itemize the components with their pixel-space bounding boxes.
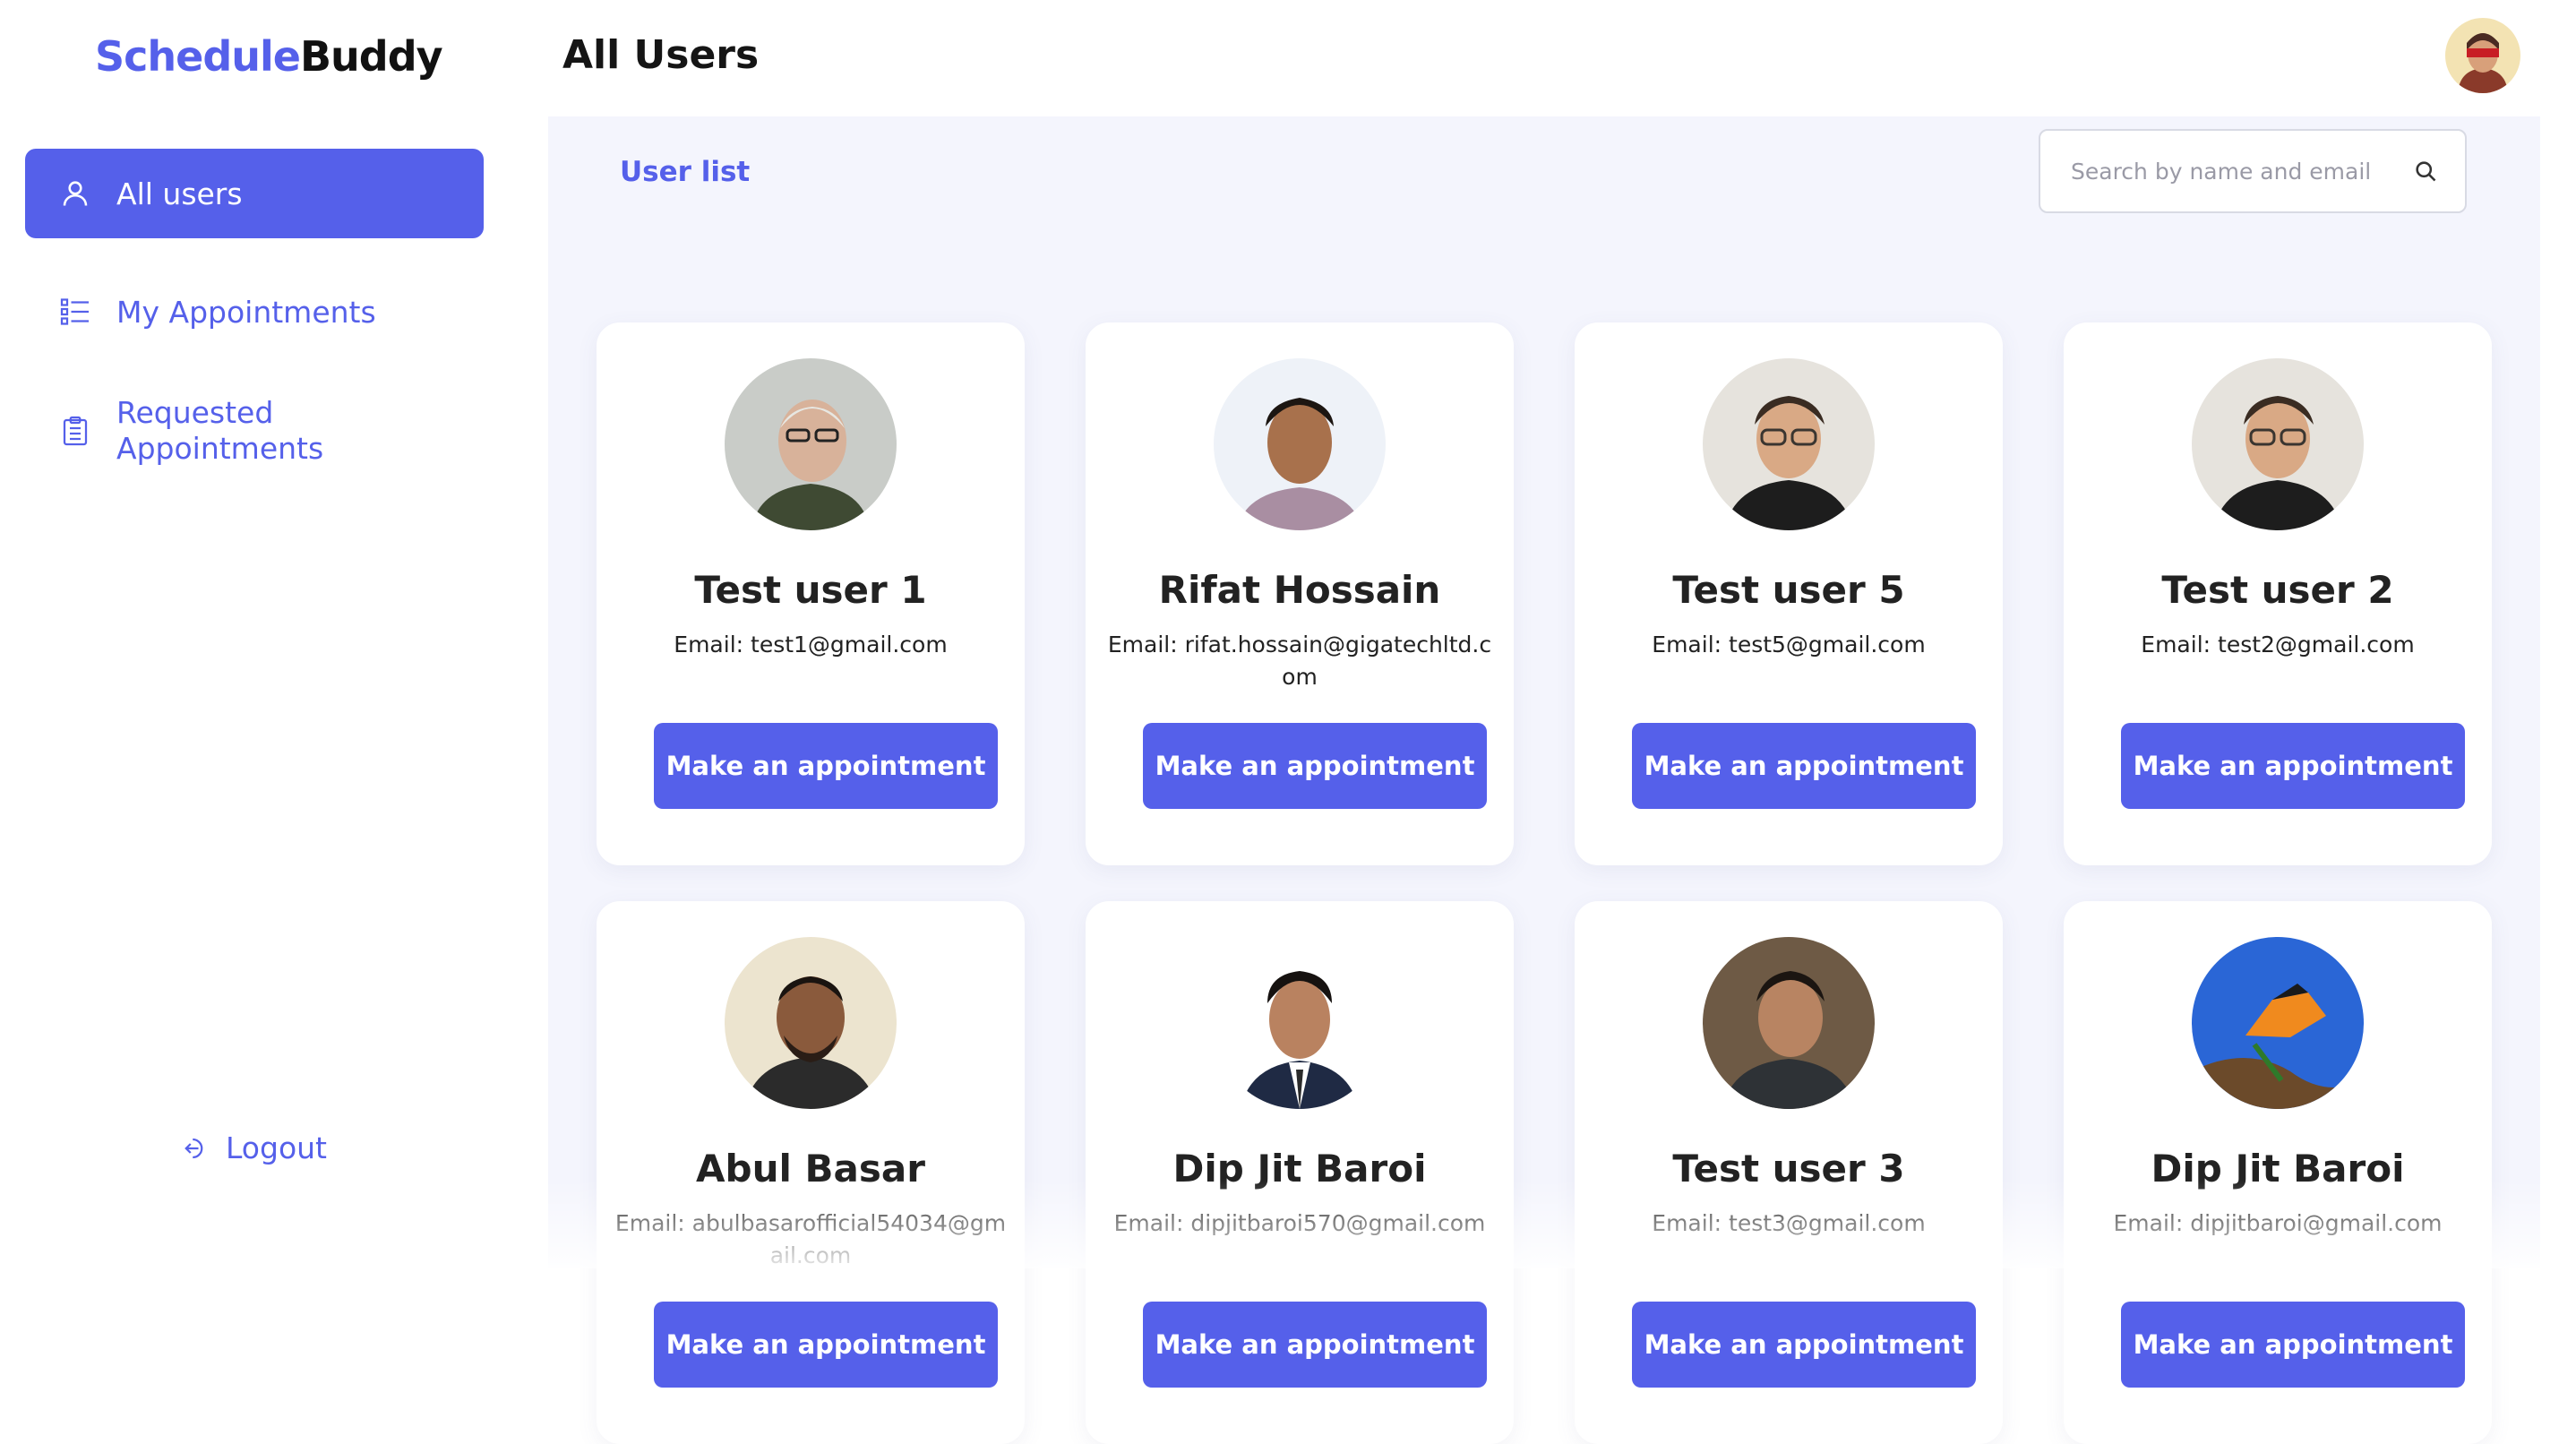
user-avatar [1214, 937, 1386, 1109]
clipboard-icon [56, 411, 95, 451]
user-card: Test user 5 Email: test5@gmail.com Make … [1575, 322, 2003, 865]
user-name: Dip Jit Baroi [1172, 1147, 1427, 1190]
make-appointment-button[interactable]: Make an appointment [654, 1302, 998, 1388]
make-appointment-button[interactable]: Make an appointment [1143, 723, 1487, 809]
user-card: Rifat Hossain Email: rifat.hossain@gigat… [1086, 322, 1514, 865]
brand-logo[interactable]: ScheduleBuddy [95, 32, 443, 81]
logout-label: Logout [226, 1130, 327, 1165]
brand-part-1: Schedule [95, 32, 301, 81]
user-email: Email: abulbasarofficial54034@gmail.com [614, 1210, 1007, 1268]
user-avatar [1703, 937, 1875, 1109]
sidebar: ScheduleBuddy All users My Appointments … [0, 0, 548, 1268]
list-icon [56, 292, 95, 331]
user-name: Abul Basar [696, 1147, 925, 1190]
make-appointment-button[interactable]: Make an appointment [2121, 723, 2465, 809]
user-avatar [1214, 358, 1386, 530]
user-email: Email: dipjitbaroi570@gmail.com [1113, 1210, 1486, 1236]
user-card: Test user 2 Email: test2@gmail.com Make … [2064, 322, 2492, 865]
search-input[interactable] [2069, 157, 2413, 185]
page-title: All Users [562, 32, 760, 78]
user-avatar [1703, 358, 1875, 530]
sidebar-item-label: Requested Appointments [116, 395, 324, 466]
user-avatar [725, 937, 897, 1109]
user-email: Email: test1@gmail.com [674, 632, 948, 658]
scroll-edge [2540, 116, 2576, 1268]
user-name: Test user 1 [694, 568, 927, 612]
user-avatar [725, 358, 897, 530]
user-grid: Test user 1 Email: test1@gmail.com Make … [597, 322, 2492, 1444]
sidebar-item-requested-appointments[interactable]: Requested Appointments [25, 391, 484, 471]
logout-icon [185, 1138, 203, 1158]
user-icon [56, 174, 95, 213]
user-card: Test user 1 Email: test1@gmail.com Make … [597, 322, 1025, 865]
search-box[interactable] [2039, 129, 2467, 213]
user-email: Email: test5@gmail.com [1652, 632, 1926, 658]
sidebar-item-label: All users [116, 176, 243, 211]
user-name: Test user 5 [1672, 568, 1905, 612]
brand-part-2: Buddy [300, 32, 443, 81]
user-email: Email: test2@gmail.com [2141, 632, 2415, 658]
make-appointment-button[interactable]: Make an appointment [2121, 1302, 2465, 1388]
user-avatar [2192, 937, 2364, 1109]
user-name: Rifat Hossain [1158, 568, 1441, 612]
user-email: Email: rifat.hossain@gigatechltd.com [1107, 632, 1492, 690]
user-email: Email: test3@gmail.com [1652, 1210, 1926, 1236]
main-panel: User list Test user 1 Email: test1@gmail… [548, 116, 2540, 1444]
make-appointment-button[interactable]: Make an appointment [1143, 1302, 1487, 1388]
user-card: Dip Jit Baroi Email: dipjitbaroi570@gmai… [1086, 901, 1514, 1444]
make-appointment-button[interactable]: Make an appointment [1632, 1302, 1976, 1388]
user-avatar [2192, 358, 2364, 530]
user-card: Abul Basar Email: abulbasarofficial54034… [597, 901, 1025, 1444]
profile-avatar[interactable] [2445, 18, 2520, 93]
sidebar-item-my-appointments[interactable]: My Appointments [25, 283, 484, 340]
sidebar-item-all-users[interactable]: All users [25, 149, 484, 238]
user-email: Email: dipjitbaroi@gmail.com [2113, 1210, 2443, 1236]
sidebar-item-label: My Appointments [116, 294, 376, 330]
make-appointment-button[interactable]: Make an appointment [1632, 723, 1976, 809]
user-card: Dip Jit Baroi Email: dipjitbaroi@gmail.c… [2064, 901, 2492, 1444]
make-appointment-button[interactable]: Make an appointment [654, 723, 998, 809]
user-name: Test user 2 [2161, 568, 2394, 612]
logout-button[interactable]: Logout [183, 1130, 327, 1165]
user-name: Test user 3 [1672, 1147, 1905, 1190]
user-card: Test user 3 Email: test3@gmail.com Make … [1575, 901, 2003, 1444]
section-title: User list [620, 156, 751, 188]
search-icon[interactable] [2413, 159, 2438, 184]
user-name: Dip Jit Baroi [2151, 1147, 2405, 1190]
